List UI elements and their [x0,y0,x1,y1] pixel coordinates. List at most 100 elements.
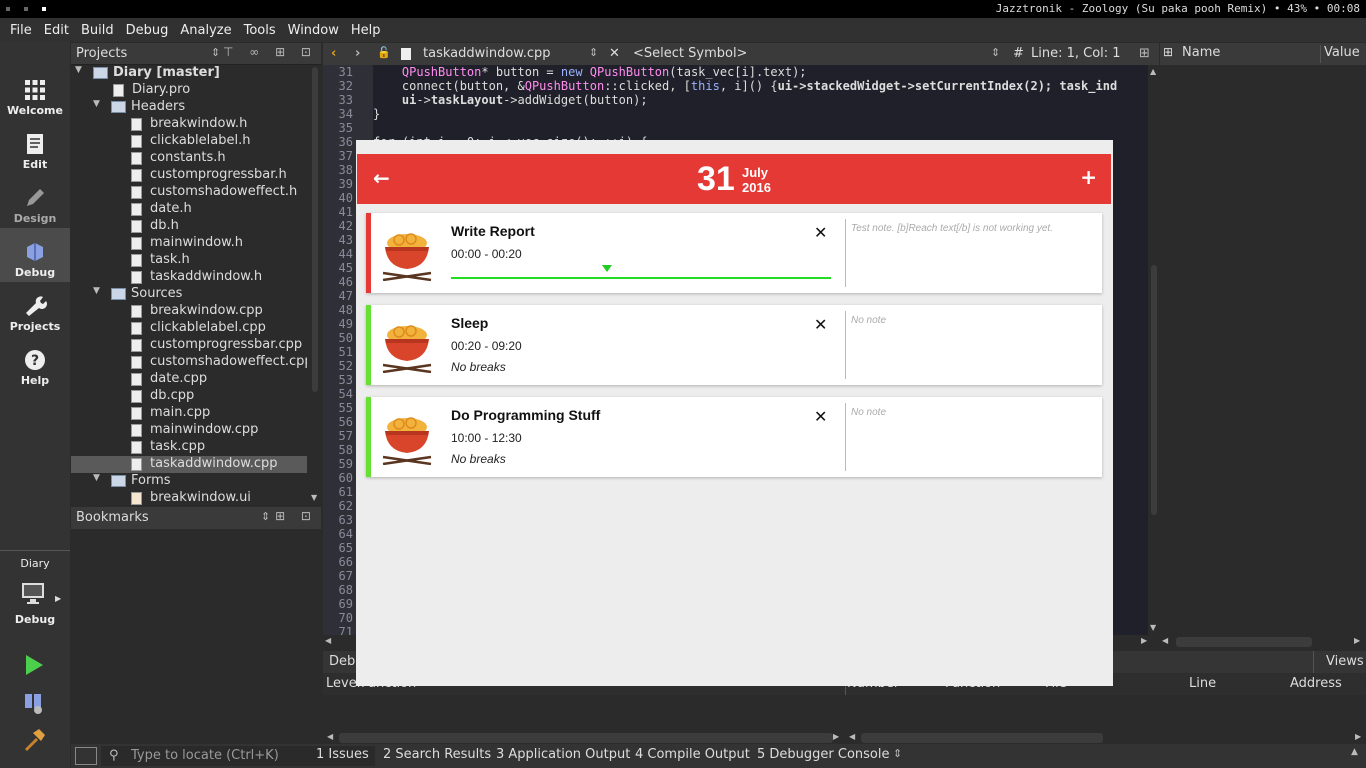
workspace-dot[interactable] [6,7,10,11]
tree-file-item[interactable]: mainwindow.h [71,235,307,252]
tree-file-item[interactable]: taskaddwindow.cpp [71,456,307,473]
run-button[interactable] [24,654,44,680]
add-task-icon[interactable]: + [1080,165,1097,189]
expand-arrow-icon[interactable]: ▼ [93,473,100,483]
scroll-left-icon[interactable]: ◀ [849,732,855,741]
menu-analyze[interactable]: Analyze [174,23,237,38]
cursor-position[interactable]: Line: 1, Col: 1 [1031,46,1121,61]
tree-file-item[interactable]: customprogressbar.cpp [71,337,307,354]
bookmarks-panel-title[interactable]: Bookmarks [76,510,149,525]
split-icon[interactable]: ⊞ [1163,45,1173,59]
build-button[interactable] [22,728,46,756]
menu-help[interactable]: Help [345,23,387,38]
scrollbar-thumb[interactable] [339,733,833,743]
expand-arrow-icon[interactable]: ▼ [93,99,100,109]
tree-file-item[interactable]: breakwindow.h [71,116,307,133]
threads-horizontal-scrollbar[interactable]: ◀ ▶ [845,731,1366,745]
mode-edit[interactable]: Edit [0,126,70,180]
tree-folder-item[interactable]: ▼ Headers [71,99,307,116]
workspace-dot[interactable] [24,7,28,11]
scroll-left-icon[interactable]: ◀ [325,636,331,645]
back-arrow-icon[interactable]: ‹ [331,46,336,61]
kit-arrow-icon[interactable]: ▶ [55,594,61,603]
close-icon[interactable]: ✕ [814,315,827,334]
tree-file-item[interactable]: db.h [71,218,307,235]
column-header[interactable]: Line [1189,676,1216,691]
workspace-dot-active[interactable] [42,7,46,11]
tree-file-item[interactable]: breakwindow.ui [71,490,307,505]
mode-projects[interactable]: Projects [0,288,70,342]
scrollbar-thumb[interactable] [312,67,318,392]
close-icon[interactable]: ✕ [814,223,827,242]
tree-file-item[interactable]: customprogressbar.h [71,167,307,184]
tree-file-item[interactable]: main.cpp [71,405,307,422]
lock-icon[interactable]: 🔓 [377,46,391,59]
scroll-left-icon[interactable]: ◀ [1162,636,1168,645]
bookmarks-list[interactable] [71,529,321,742]
panel-select-arrows-icon[interactable]: ⇕ [261,510,270,523]
tree-file-item[interactable]: db.cpp [71,388,307,405]
more-tabs-icon[interactable]: ⇕ [893,747,902,760]
scrollbar-thumb[interactable] [1151,265,1157,515]
column-header[interactable]: Address [1290,676,1342,691]
back-arrow-icon[interactable]: ← [373,166,390,190]
tree-file-item[interactable]: date.h [71,201,307,218]
tree-file-item[interactable]: clickablelabel.cpp [71,320,307,337]
tree-scrollbar[interactable]: ▼ [309,65,321,505]
mode-design[interactable]: Design [0,180,70,234]
mode-debug[interactable]: Debug [0,228,70,282]
tree-folder-item[interactable]: ▼ Forms [71,473,307,490]
task-card[interactable]: Do Programming Stuff 10:00 - 12:30 No brea… [366,397,1102,477]
file-select-arrows-icon[interactable]: ⇕ [589,46,598,59]
scroll-right-icon[interactable]: ▶ [1355,732,1361,741]
kit-selector[interactable] [20,580,46,606]
maximize-panel-icon[interactable]: ▲ [1351,747,1358,757]
expand-arrow-icon[interactable]: ▼ [75,65,82,75]
tree-file-item[interactable]: Diary.pro [71,82,307,99]
task-note[interactable]: Test note. [b]Reach text[/b] is not work… [851,223,1053,234]
views-button[interactable]: Views [1326,654,1364,669]
scroll-right-icon[interactable]: ▶ [1141,636,1147,645]
output-tab-search-results[interactable]: 2 Search Results [383,747,491,762]
symbol-selector[interactable]: <Select Symbol> [633,46,747,61]
forward-arrow-icon[interactable]: › [355,46,360,61]
tree-file-item[interactable]: mainwindow.cpp [71,422,307,439]
mode-help[interactable]: ? Help [0,342,70,396]
task-note[interactable]: No note [851,407,886,418]
toggle-sidebar-button[interactable] [75,747,97,765]
scroll-down-icon[interactable]: ▼ [1150,623,1156,632]
tree-project-item[interactable]: ▼ Diary [master] [71,65,307,82]
scroll-right-icon[interactable]: ▶ [833,732,839,741]
panel-tools[interactable]: ⊞ ⊡ [275,509,317,523]
menu-build[interactable]: Build [75,23,120,38]
menu-debug[interactable]: Debug [120,23,175,38]
scrollbar-thumb[interactable] [861,733,1103,743]
menu-window[interactable]: Window [282,23,345,38]
start-debugging-button[interactable] [22,692,46,720]
task-card[interactable]: Write Report 00:00 - 00:20 ✕ Test note. [b]… [366,213,1102,293]
scrollbar-thumb[interactable] [1176,637,1312,647]
editor-vertical-scrollbar[interactable]: ▲ ▼ [1148,65,1160,635]
task-note[interactable]: No note [851,315,886,326]
split-icon[interactable]: ⊞ [1139,46,1150,61]
output-tab-issues[interactable]: 1 Issues [316,747,369,762]
output-tab-compile-output[interactable]: 4 Compile Output [635,747,750,762]
tree-file-item[interactable]: taskaddwindow.h [71,269,307,286]
menu-edit[interactable]: Edit [38,23,75,38]
stack-horizontal-scrollbar[interactable]: ◀ ▶ [323,731,844,745]
task-card[interactable]: Sleep 00:20 - 09:20 No breaks ✕ No note [366,305,1102,385]
open-file-name[interactable]: taskaddwindow.cpp [423,46,551,61]
close-file-icon[interactable]: ✕ [609,46,620,61]
tree-file-item[interactable]: customshadoweffect.h [71,184,307,201]
mode-welcome[interactable]: Welcome [0,72,70,126]
menu-file[interactable]: File [4,23,38,38]
scroll-down-icon[interactable]: ▼ [311,493,317,502]
output-tab-debugger-console[interactable]: 5 Debugger Console [757,747,890,762]
scroll-left-icon[interactable]: ◀ [327,732,333,741]
tree-file-item[interactable]: customshadoweffect.cpp [71,354,307,371]
tree-file-item[interactable]: breakwindow.cpp [71,303,307,320]
locals-value-column[interactable]: Value [1324,45,1360,60]
expand-arrow-icon[interactable]: ▼ [93,286,100,296]
symbol-select-arrows-icon[interactable]: ⇕ [991,46,1000,59]
tree-folder-item[interactable]: ▼ Sources [71,286,307,303]
